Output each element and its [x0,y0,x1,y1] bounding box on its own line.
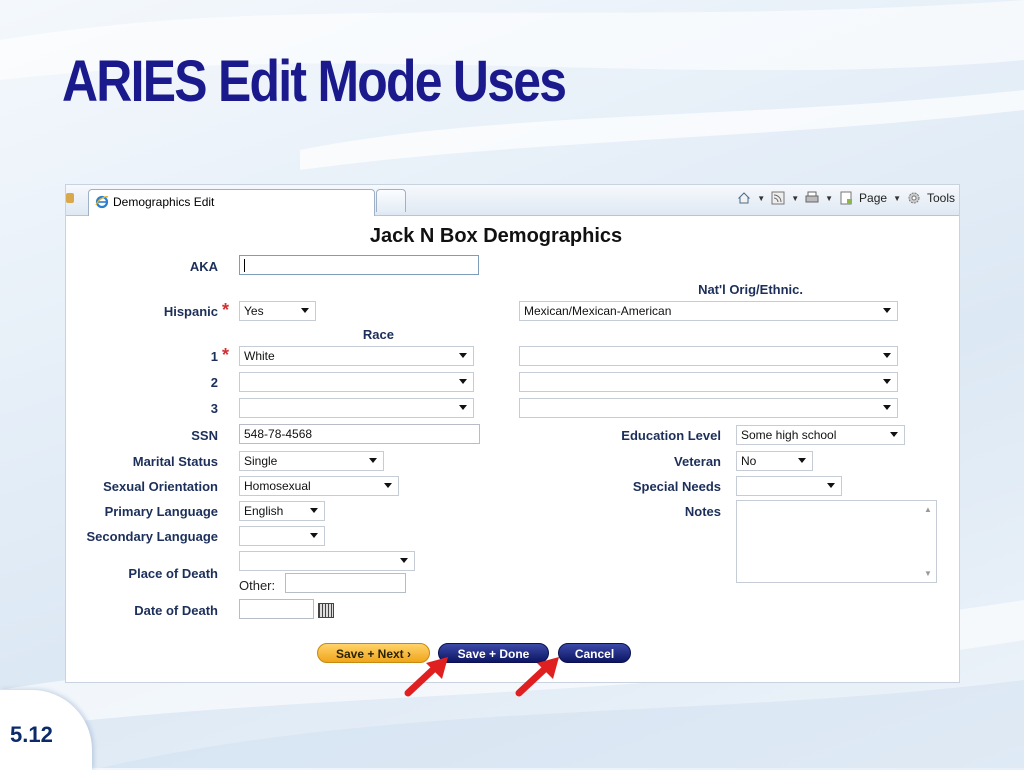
red-arrow-icon [515,657,559,697]
chevron-down-icon [827,483,835,488]
tab-demographics-edit[interactable]: Demographics Edit [88,189,375,216]
sexual-orientation-select[interactable]: Homosexual [239,476,399,496]
required-asterisk: * [222,300,230,320]
chevron-down-icon [883,405,891,410]
chevron-down-icon [301,308,309,313]
secondary-language-select[interactable] [239,526,325,546]
chevron-down-icon [798,458,806,463]
scroll-down-icon[interactable]: ▼ [924,569,955,578]
chevron-down-icon [890,432,898,437]
place-of-death-label: Place of Death [128,566,218,581]
race-2-detail-select[interactable] [519,372,898,392]
slide-number-badge: 5.12 [0,690,92,770]
chevron-down-icon [883,353,891,358]
natl-orig-value: Mexican/Mexican-American [524,304,672,318]
special-needs-label: Special Needs [632,479,721,494]
aka-label: AKA [189,259,218,274]
race-1-detail-select[interactable] [519,346,898,366]
feeds-icon[interactable] [771,191,785,205]
place-of-death-select[interactable] [239,551,415,571]
chevron-down-icon [459,353,467,358]
primary-language-select[interactable]: English [239,501,325,521]
ssn-label: SSN [191,428,218,443]
primary-language-value: English [244,504,284,518]
race-1-select[interactable]: White [239,346,474,366]
home-icon[interactable] [737,191,751,205]
sexual-orientation-value: Homosexual [244,479,311,493]
education-level-value: Some high school [741,428,837,442]
chevron-down-icon [883,308,891,313]
race-3-select[interactable] [239,398,474,418]
hispanic-select[interactable]: Yes [239,301,316,321]
page-icon[interactable] [839,191,853,205]
secondary-language-label: Secondary Language [86,529,218,544]
text-cursor [244,259,245,273]
home-dropdown-icon[interactable]: ▼ [757,194,765,203]
page-menu-label[interactable]: Page [859,191,887,205]
place-of-death-other-input[interactable] [285,573,406,593]
marital-status-value: Single [244,454,278,468]
race-1-label: 1 [210,349,218,364]
notes-label: Notes [684,504,721,519]
scroll-up-icon[interactable]: ▲ [924,505,955,514]
hispanic-value: Yes [244,304,264,318]
chevron-down-icon [400,558,408,563]
other-label: Other: [239,578,276,593]
sexual-orientation-label: Sexual Orientation [103,479,218,494]
tab-label: Demographics Edit [113,195,215,209]
notes-textarea[interactable] [736,500,937,583]
race-3-detail-select[interactable] [519,398,898,418]
print-icon[interactable] [805,191,819,205]
red-arrow-icon [404,657,448,697]
hispanic-label: Hispanic [163,304,218,319]
date-of-death-input[interactable] [239,599,314,619]
calendar-icon[interactable] [318,603,334,618]
veteran-label: Veteran [674,454,721,469]
chevron-down-icon [459,405,467,410]
chevron-down-icon [310,533,318,538]
ie-icon [95,195,109,209]
form-title: Jack N Box Demographics [369,225,623,247]
print-dropdown-icon[interactable]: ▼ [825,194,833,203]
required-asterisk: * [222,345,230,365]
ssn-input[interactable]: 548-78-4568 [239,424,480,444]
marital-status-label: Marital Status [132,454,218,469]
race-label: Race [362,327,394,342]
cancel-button[interactable]: Cancel [558,643,631,663]
chevron-down-icon [384,483,392,488]
tools-gear-icon[interactable] [907,191,921,205]
race-2-label: 2 [210,375,218,390]
back-icon[interactable] [66,193,74,203]
chevron-down-icon [369,458,377,463]
marital-status-select[interactable]: Single [239,451,384,471]
new-tab-button[interactable] [376,189,406,212]
education-level-label: Education Level [621,428,721,443]
natl-orig-select[interactable]: Mexican/Mexican-American [519,301,898,321]
chevron-down-icon [310,508,318,513]
page-dropdown-icon[interactable]: ▼ [893,194,901,203]
slide-title: ARIES Edit Mode Uses [62,49,567,114]
natl-orig-label: Nat'l Orig/Ethnic. [698,282,803,297]
chevron-down-icon [459,379,467,384]
browser-toolbar: Demographics Edit ▼ ▼ ▼ Page ▼ Tools [66,185,959,216]
tools-menu-label[interactable]: Tools [927,191,955,205]
date-of-death-label: Date of Death [134,603,218,618]
aka-input[interactable] [239,255,479,275]
chevron-down-icon [883,379,891,384]
feeds-dropdown-icon[interactable]: ▼ [791,194,799,203]
browser-screenshot: Demographics Edit ▼ ▼ ▼ Page ▼ Tools Jac… [65,184,960,683]
education-level-select[interactable]: Some high school [736,425,905,445]
veteran-value: No [741,454,757,468]
race-3-label: 3 [210,401,218,416]
primary-language-label: Primary Language [104,504,218,519]
special-needs-select[interactable] [736,476,842,496]
race-1-value: White [244,349,275,363]
slide-number: 5.12 [10,722,53,747]
veteran-select[interactable]: No [736,451,813,471]
command-bar: ▼ ▼ ▼ Page ▼ Tools [737,191,955,205]
race-2-select[interactable] [239,372,474,392]
